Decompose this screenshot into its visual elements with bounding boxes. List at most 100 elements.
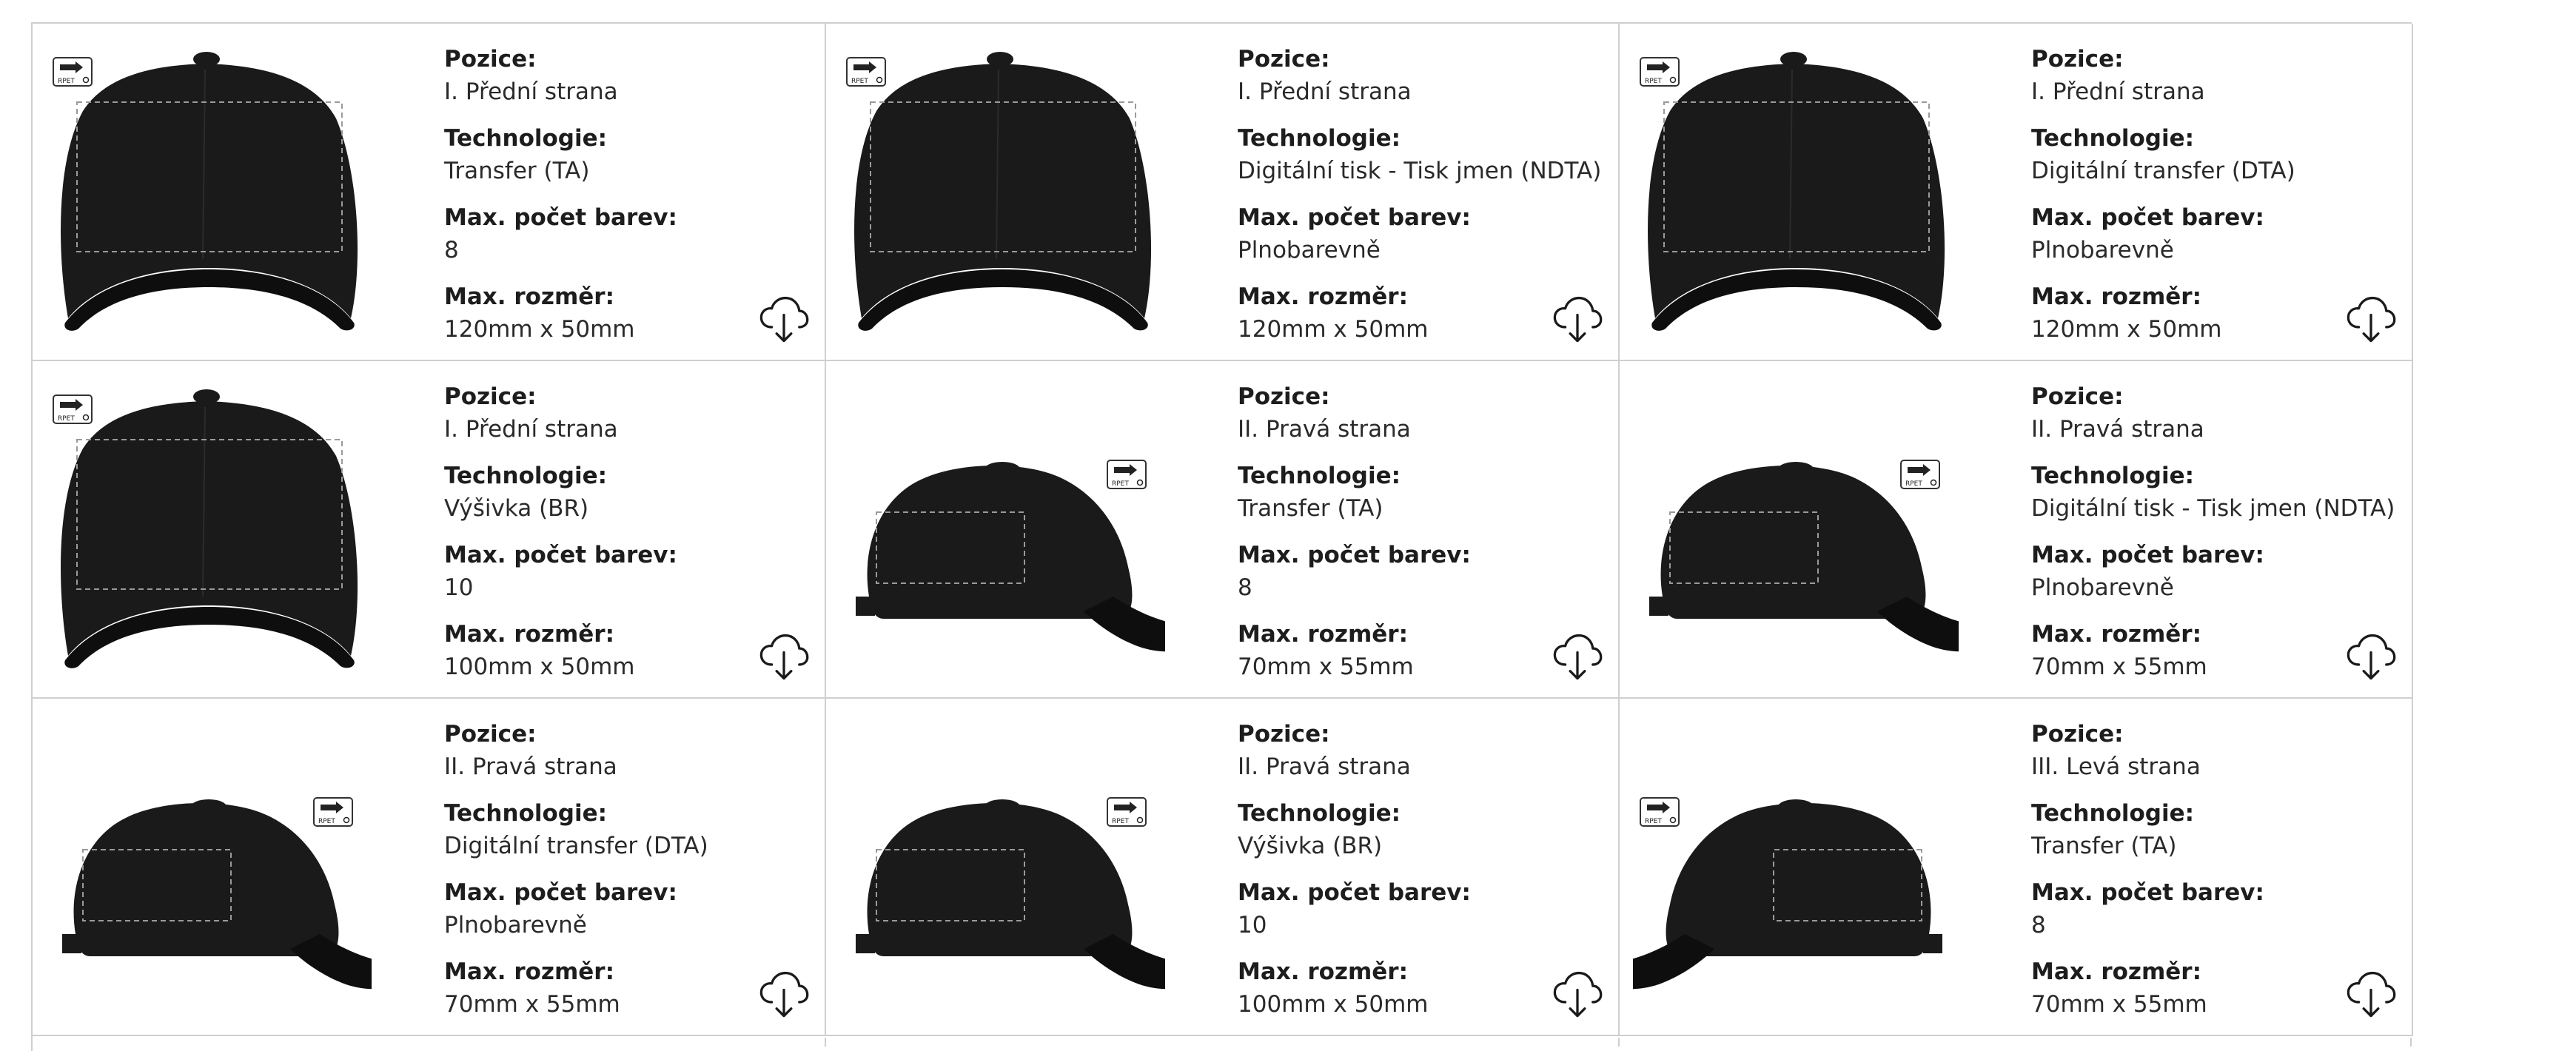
- max-colors-value: 10: [444, 574, 474, 601]
- cloud-download-icon[interactable]: [1552, 968, 1603, 1020]
- max-size-label: Max. rozměr:: [2031, 621, 2201, 648]
- position-label: Pozice:: [444, 46, 537, 73]
- technology-value: Digitální transfer (DTA): [444, 833, 708, 859]
- max-colors-label: Max. počet barev:: [2031, 542, 2264, 568]
- print-position-card: RPET Pozice: II. Pravá strana Technologi…: [826, 699, 1620, 1036]
- technology-value: Transfer (TA): [2031, 833, 2177, 859]
- cap-image: RPET: [1633, 712, 1959, 1023]
- print-position-info: Pozice: II. Pravá strana Technologie: Di…: [444, 718, 792, 1021]
- position-value: I. Přední strana: [444, 78, 618, 105]
- max-size-label: Max. rozměr:: [444, 283, 614, 310]
- position-label: Pozice:: [2031, 383, 2124, 410]
- position-value: II. Pravá strana: [1238, 416, 1411, 443]
- svg-text:RPET: RPET: [58, 415, 75, 423]
- print-position-info: Pozice: II. Pravá strana Technologie: Vý…: [1238, 718, 1586, 1021]
- svg-text:RPET: RPET: [1905, 480, 1922, 488]
- max-colors-value: 10: [1238, 912, 1267, 938]
- cap-image: RPET: [839, 37, 1165, 348]
- max-size-value: 70mm x 55mm: [444, 991, 620, 1018]
- cloud-download-icon[interactable]: [2345, 293, 2397, 345]
- technology-label: Technologie:: [444, 800, 608, 827]
- technology-value: Transfer (TA): [1238, 495, 1383, 522]
- position-label: Pozice:: [2031, 721, 2124, 748]
- position-value: II. Pravá strana: [1238, 753, 1411, 780]
- technology-label: Technologie:: [444, 463, 608, 489]
- print-position-card: RPET Pozice: II. Pravá strana Technologi…: [1620, 361, 2413, 699]
- cloud-download-icon[interactable]: [758, 968, 810, 1020]
- max-size-value: 100mm x 50mm: [1238, 991, 1429, 1018]
- position-label: Pozice:: [1238, 46, 1330, 73]
- max-size-label: Max. rozměr:: [444, 958, 614, 985]
- print-position-info: Pozice: III. Levá strana Technologie: Tr…: [2031, 718, 2379, 1021]
- rpet-badge-icon: RPET: [1107, 797, 1147, 827]
- rpet-badge-icon: RPET: [53, 57, 93, 87]
- cap-image: RPET: [839, 712, 1165, 1023]
- print-positions-grid: RPET Pozice: I. Přední strana Technologi…: [31, 22, 2413, 1051]
- technology-value: Digitální tisk - Tisk jmen (NDTA): [1238, 158, 1602, 184]
- technology-value: Výšivka (BR): [444, 495, 589, 522]
- svg-text:RPET: RPET: [1112, 818, 1129, 825]
- max-colors-value: Plnobarevně: [2031, 574, 2174, 601]
- max-colors-value: Plnobarevně: [2031, 237, 2174, 263]
- technology-label: Technologie:: [1238, 800, 1401, 827]
- max-colors-value: Plnobarevně: [1238, 237, 1381, 263]
- cloud-download-icon[interactable]: [1552, 631, 1603, 682]
- print-position-info: Pozice: I. Přední strana Technologie: Di…: [2031, 43, 2379, 346]
- print-position-info: Pozice: I. Přední strana Technologie: Di…: [1238, 43, 1602, 346]
- position-value: I. Přední strana: [444, 416, 618, 443]
- max-size-value: 100mm x 50mm: [444, 654, 635, 680]
- print-position-card: RPET Pozice: I. Přední strana Technologi…: [1620, 24, 2413, 361]
- cloud-download-icon[interactable]: [2345, 631, 2397, 682]
- max-colors-label: Max. počet barev:: [1238, 204, 1471, 231]
- max-colors-value: 8: [2031, 912, 2046, 938]
- cloud-download-icon[interactable]: [1552, 293, 1603, 345]
- svg-text:RPET: RPET: [1112, 480, 1129, 488]
- max-colors-label: Max. počet barev:: [444, 204, 677, 231]
- print-position-card: RPET Pozice: I. Přední strana Technologi…: [33, 361, 826, 699]
- print-position-card: RPET Pozice: I. Přední strana Technologi…: [33, 24, 826, 361]
- position-label: Pozice:: [1238, 721, 1330, 748]
- cap-image: RPET: [1633, 375, 1959, 685]
- max-colors-label: Max. počet barev:: [444, 879, 677, 906]
- max-colors-value: Plnobarevně: [444, 912, 587, 938]
- print-position-info: Pozice: I. Přední strana Technologie: Tr…: [444, 43, 792, 346]
- max-colors-label: Max. počet barev:: [2031, 879, 2264, 906]
- rpet-badge-icon: RPET: [1640, 797, 1680, 827]
- cloud-download-icon[interactable]: [758, 293, 810, 345]
- position-label: Pozice:: [444, 721, 537, 748]
- svg-text:RPET: RPET: [851, 78, 868, 85]
- print-position-card: RPET Pozice: II. Pravá strana Technologi…: [33, 699, 826, 1036]
- cloud-download-icon[interactable]: [758, 631, 810, 682]
- max-size-label: Max. rozměr:: [444, 621, 614, 648]
- print-position-info: Pozice: II. Pravá strana Technologie: Di…: [2031, 380, 2395, 683]
- print-position-card: RPET Pozice: II. Pravá strana Technologi…: [826, 361, 1620, 699]
- cap-image: RPET: [46, 37, 372, 348]
- rpet-badge-icon: RPET: [1640, 57, 1680, 87]
- technology-label: Technologie:: [1238, 463, 1401, 489]
- max-size-value: 70mm x 55mm: [2031, 991, 2207, 1018]
- technology-value: Transfer (TA): [444, 158, 590, 184]
- max-colors-label: Max. počet barev:: [1238, 542, 1471, 568]
- position-value: III. Levá strana: [2031, 753, 2201, 780]
- max-size-label: Max. rozměr:: [1238, 958, 1408, 985]
- svg-text:RPET: RPET: [318, 818, 335, 825]
- cap-image: RPET: [839, 375, 1165, 685]
- max-size-value: 120mm x 50mm: [444, 316, 635, 343]
- position-label: Pozice:: [2031, 46, 2124, 73]
- position-value: II. Pravá strana: [2031, 416, 2204, 443]
- position-label: Pozice:: [444, 383, 537, 410]
- cap-image: RPET: [46, 712, 372, 1023]
- max-colors-label: Max. počet barev:: [1238, 879, 1471, 906]
- rpet-badge-icon: RPET: [846, 57, 886, 87]
- svg-text:RPET: RPET: [1645, 818, 1662, 825]
- print-position-info: Pozice: II. Pravá strana Technologie: Tr…: [1238, 380, 1586, 683]
- max-size-label: Max. rozměr:: [1238, 283, 1408, 310]
- cloud-download-icon[interactable]: [2345, 968, 2397, 1020]
- position-label: Pozice:: [1238, 383, 1330, 410]
- technology-label: Technologie:: [2031, 125, 2195, 152]
- position-value: I. Přední strana: [2031, 78, 2205, 105]
- print-position-info: Pozice: I. Přední strana Technologie: Vý…: [444, 380, 792, 683]
- max-size-label: Max. rozměr:: [2031, 283, 2201, 310]
- max-size-value: 120mm x 50mm: [1238, 316, 1429, 343]
- max-colors-label: Max. počet barev:: [444, 542, 677, 568]
